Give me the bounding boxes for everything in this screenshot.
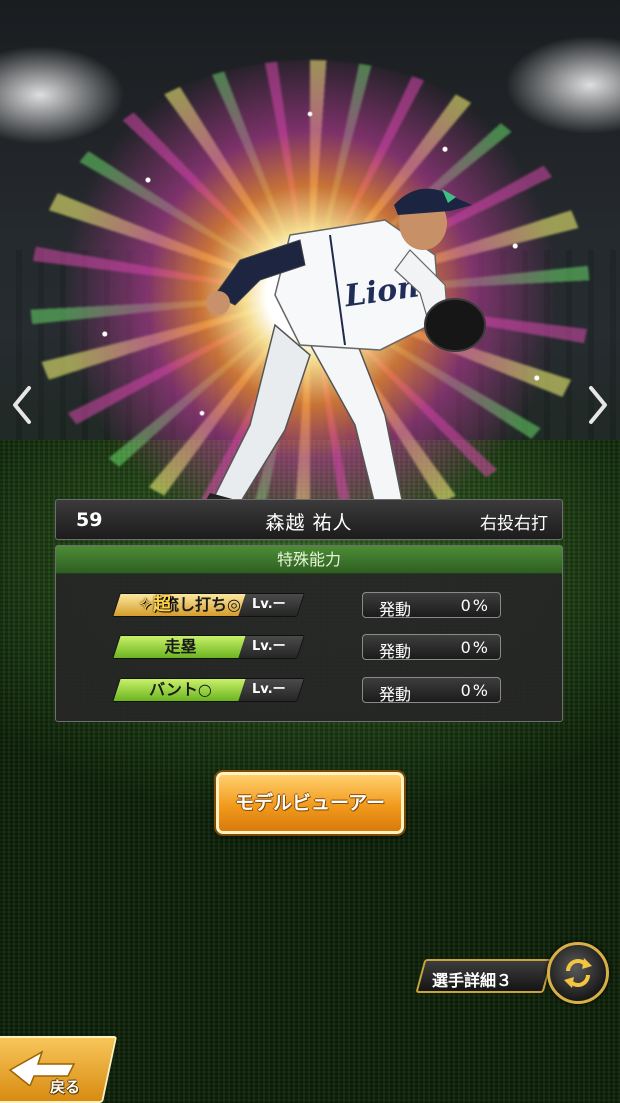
ability-chip: バント○ Lv.ー [112, 678, 305, 702]
player-detail-button[interactable]: 選手詳細３ [415, 955, 560, 997]
activation-rate: 発動 0% [362, 634, 501, 661]
ability-chip: 走塁 Lv.ー [112, 635, 305, 659]
next-player-button[interactable] [578, 380, 618, 430]
activation-rate: 発動 0% [362, 592, 501, 619]
ability-level: Lv.ー [238, 636, 304, 658]
activation-rate: 発動 0% [362, 677, 501, 704]
super-badge: ✧超 [138, 594, 172, 615]
ability-level: Lv.ー [238, 594, 304, 616]
player-image: Lions [202, 188, 486, 511]
abilities-header: 特殊能力 [56, 546, 562, 574]
swap-detail-button[interactable] [547, 942, 609, 1004]
back-button[interactable]: 戻る [0, 1036, 118, 1103]
chevron-right-icon [589, 386, 607, 424]
activation-label: 発動 [379, 685, 412, 704]
chevron-left-icon [13, 386, 31, 424]
ability-level: Lv.ー [238, 679, 304, 701]
player-detail-label: 選手詳細３ [432, 971, 513, 990]
ability-row[interactable]: 走塁 Lv.ー 発動 0% [56, 633, 564, 661]
ability-row[interactable]: ✧超 流し打ち◎ Lv.ー 発動 0% [56, 591, 564, 619]
activation-label: 発動 [379, 642, 412, 661]
player-info-bar: 59 森越 祐人 右投右打 [55, 499, 563, 540]
swap-arrows-icon [564, 958, 592, 988]
previous-player-button[interactable] [2, 380, 42, 430]
activation-label: 発動 [379, 600, 412, 619]
ability-name: 走塁 [164, 637, 197, 656]
activation-value: 0% [460, 596, 490, 615]
activation-value: 0% [460, 638, 490, 657]
throw-bat-handedness: 右投右打 [480, 514, 548, 534]
model-viewer-button[interactable]: モデルビューアー [216, 772, 404, 834]
special-abilities-panel: 特殊能力 ✧超 流し打ち◎ Lv.ー 発動 0% 走塁 Lv.ー 発動 0% バ… [55, 545, 563, 722]
ability-name: バント○ [149, 680, 212, 699]
ability-row[interactable]: バント○ Lv.ー 発動 0% [56, 676, 564, 704]
activation-value: 0% [460, 681, 490, 700]
back-label: 戻る [50, 1078, 81, 1096]
